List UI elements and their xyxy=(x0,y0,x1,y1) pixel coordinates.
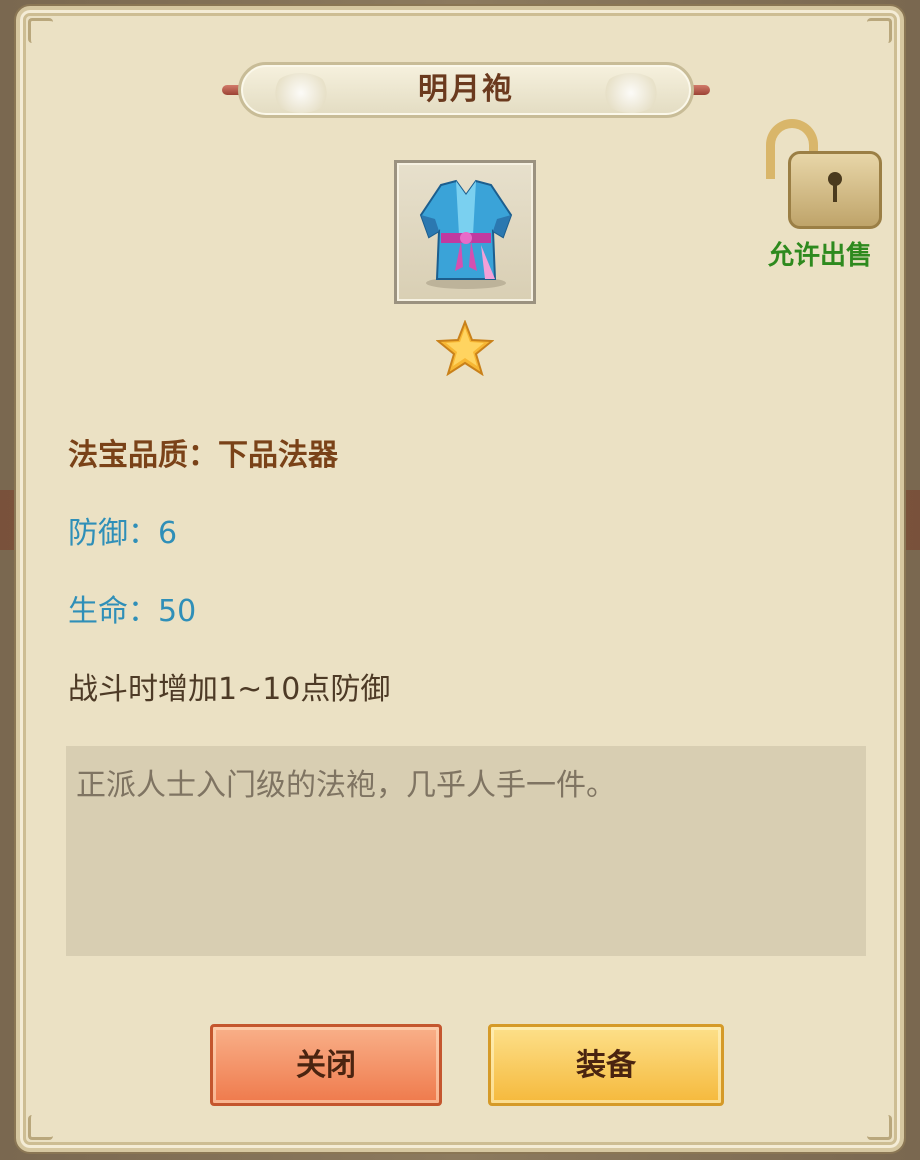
corner-ornament xyxy=(867,18,892,43)
corner-ornament xyxy=(28,1115,53,1140)
close-button[interactable]: 关闭 xyxy=(210,1024,442,1106)
unlock-icon xyxy=(788,151,882,229)
item-quality: 法宝品质：下品法器 xyxy=(68,438,338,473)
hp-stat: 生命：50 xyxy=(68,594,197,629)
sell-lock-toggle[interactable]: 允许出售 xyxy=(758,115,882,275)
keyhole xyxy=(828,172,842,202)
item-title: 明月袍 xyxy=(418,72,514,107)
star-icon xyxy=(436,320,494,376)
battle-effect: 战斗时增加1~10点防御 xyxy=(68,672,391,707)
equip-button[interactable]: 装备 xyxy=(488,1024,724,1106)
item-description: 正派人士入门级的法袍，几乎人手一件。 xyxy=(76,768,616,803)
robe-icon xyxy=(419,179,513,289)
defense-stat: 防御：6 xyxy=(68,516,178,551)
title-banner: 明月袍 xyxy=(222,60,710,120)
item-icon-frame xyxy=(394,160,536,304)
corner-ornament xyxy=(867,1115,892,1140)
corner-ornament xyxy=(28,18,53,43)
sell-status-label: 允许出售 xyxy=(767,241,872,271)
description-box: 正派人士入门级的法袍，几乎人手一件。 xyxy=(66,746,866,956)
